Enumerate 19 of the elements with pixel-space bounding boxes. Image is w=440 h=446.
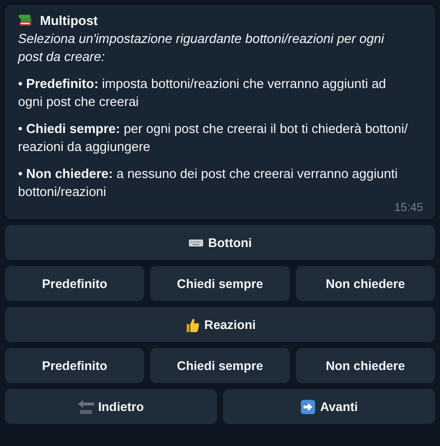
message-text: • Predefinito: imposta bottoni/reazioni che verranno aggiunti ad ogni post che creerai xyxy=(18,75,388,111)
message-title: Multipost xyxy=(40,12,98,30)
keyboard-button[interactable]: Non chiedere xyxy=(296,266,435,301)
message-time: 15:45 xyxy=(394,202,423,214)
keyboard-button[interactable]: Predefinito xyxy=(5,266,144,301)
message-text: • Chiedi sempre: per ogni post che creerai il bot ti chiederà bottoni/ reazioni da aggiungere xyxy=(18,120,409,156)
keyboard-button[interactable]: Reazioni xyxy=(5,307,435,342)
thumbs-up-icon xyxy=(184,316,200,332)
keyboard-button[interactable]: Chiedi sempre xyxy=(150,348,290,383)
message-text: • Non chiedere: a nessuno dei post che creerai verranno aggiunti bottoni/reazioni xyxy=(18,165,399,201)
keyboard-button[interactable]: Chiedi sempre xyxy=(150,266,290,301)
keyboard-button[interactable]: Indietro xyxy=(5,389,217,424)
keyboard-button[interactable]: Non chiedere xyxy=(296,348,435,383)
back-arrow-icon xyxy=(78,398,94,414)
message-text: Seleziona un'impostazione riguardante bottoni/reazioni per ogni post da creare: xyxy=(18,30,386,66)
keyboard-button[interactable]: Avanti xyxy=(223,389,435,424)
books-icon xyxy=(18,12,34,28)
keyboard-button[interactable]: Predefinito xyxy=(5,348,144,383)
keyboard-button[interactable]: Bottoni xyxy=(5,225,435,260)
